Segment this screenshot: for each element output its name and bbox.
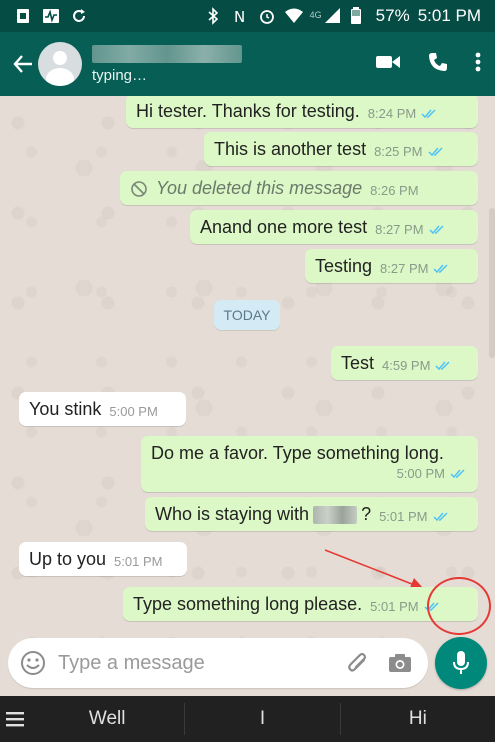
message-bubble[interactable]: Hi tester. Thanks for testing. 8:24 PM — [126, 96, 478, 128]
message-text: You deleted this message — [156, 178, 363, 198]
blocked-icon — [131, 180, 147, 197]
message-list[interactable]: Hi tester. Thanks for testing. 8:24 PM T… — [0, 96, 495, 638]
video-call-button[interactable] — [375, 53, 401, 76]
scrollbar[interactable] — [489, 208, 495, 358]
battery-icon — [350, 7, 368, 25]
message-time: 8:25 PM — [374, 144, 423, 159]
message-bubble[interactable]: Test 4:59 PM — [331, 346, 478, 380]
battery-percent: 57% — [375, 6, 410, 25]
sim-icon — [14, 7, 32, 25]
message-bubble[interactable]: Who is staying with ? 5:01 PM — [145, 497, 478, 531]
menu-icon — [6, 712, 24, 727]
message-time: 8:27 PM — [375, 222, 424, 237]
message-time: 5:00 PM — [109, 404, 158, 419]
clock: 5:01 PM — [417, 6, 481, 25]
avatar[interactable] — [38, 42, 82, 86]
date-divider: TODAY — [214, 300, 280, 330]
message-time: 8:27 PM — [380, 261, 429, 276]
voice-call-button[interactable] — [427, 51, 449, 78]
signal-icon — [324, 7, 342, 25]
wifi-icon — [284, 7, 303, 25]
message-time: 5:00 PM — [396, 466, 445, 481]
suggestion-3[interactable]: Hi — [341, 708, 495, 730]
message-time: 5:01 PM — [114, 554, 163, 569]
message-text: Testing — [315, 256, 373, 276]
message-bubble-last[interactable]: Type something long please. 5:01 PM — [123, 587, 478, 621]
message-text: Test — [341, 353, 375, 373]
sync-icon — [70, 7, 88, 25]
message-text-end: ? — [361, 504, 372, 524]
double-check-icon — [427, 147, 443, 157]
camera-button[interactable] — [388, 652, 412, 674]
message-bubble[interactable]: Anand one more test 8:27 PM — [190, 210, 478, 244]
paperclip-icon — [348, 652, 367, 672]
microphone-icon — [453, 651, 469, 674]
message-time: 8:24 PM — [367, 106, 417, 121]
pulse-icon — [42, 7, 60, 25]
message-bubble[interactable]: This is another test 8:25 PM — [204, 132, 478, 166]
message-text: Up to you — [29, 549, 107, 569]
message-text: You stink — [29, 399, 102, 419]
message-composer: Type a message — [8, 638, 428, 688]
keyboard-suggestion-bar: Well I Hi — [0, 696, 495, 742]
message-text: Hi tester. Thanks for testing. — [136, 101, 360, 121]
message-bubble[interactable]: Do me a favor. Type something long. 5:00… — [141, 436, 478, 492]
redacted-name — [313, 505, 358, 524]
message-text: Anand one more test — [200, 217, 368, 237]
message-time: 4:59 PM — [382, 358, 431, 373]
chat-header: typing… — [0, 32, 495, 96]
double-check-icon — [435, 361, 450, 371]
keyboard-menu-button[interactable] — [0, 711, 30, 727]
more-options-button[interactable] — [475, 51, 481, 78]
status-bar: N 4G 57% 5:01 PM — [0, 0, 495, 32]
arrow-left-icon — [13, 55, 32, 73]
double-check-icon — [421, 109, 436, 119]
suggestion-2[interactable]: I — [185, 708, 339, 730]
video-camera-icon — [376, 55, 400, 68]
nfc-icon: N — [232, 7, 250, 26]
bluetooth-icon — [206, 7, 224, 25]
message-bubble-incoming[interactable]: You stink 5:00 PM — [19, 392, 186, 426]
smiley-icon — [21, 651, 45, 675]
emoji-button[interactable] — [20, 650, 46, 676]
contact-info[interactable]: typing… — [92, 44, 242, 84]
message-bubble[interactable]: Testing 8:27 PM — [305, 249, 478, 283]
message-bubble-incoming[interactable]: Up to you 5:01 PM — [19, 542, 187, 576]
back-button[interactable] — [6, 47, 40, 81]
message-text: Do me a favor. Type something long. — [151, 443, 444, 463]
typing-status: typing… — [92, 66, 148, 84]
message-bubble-deleted[interactable]: You deleted this message 8:26 PM — [120, 171, 478, 205]
svg-text:N: N — [234, 8, 245, 25]
message-time: 5:01 PM — [379, 509, 428, 524]
double-check-icon — [450, 469, 465, 479]
double-check-icon — [432, 512, 448, 522]
phone-icon — [429, 52, 447, 71]
attach-button[interactable] — [346, 650, 370, 676]
voice-message-button[interactable] — [435, 637, 487, 689]
camera-icon — [389, 654, 411, 672]
message-text: This is another test — [214, 139, 367, 159]
message-input[interactable]: Type a message — [58, 652, 346, 675]
network-type-label: 4G — [309, 10, 322, 20]
more-vertical-icon — [475, 52, 481, 71]
alarm-icon — [258, 7, 276, 25]
message-time: 5:01 PM — [370, 599, 419, 614]
double-check-icon — [429, 225, 444, 235]
message-text: Who is staying with — [155, 504, 310, 524]
double-check-icon — [433, 264, 448, 274]
message-text: Type something long please. — [133, 594, 363, 614]
message-time: 8:26 PM — [370, 183, 419, 198]
contact-name-redacted — [92, 44, 242, 63]
suggestion-1[interactable]: Well — [30, 708, 184, 730]
annotation-circle — [427, 577, 491, 635]
